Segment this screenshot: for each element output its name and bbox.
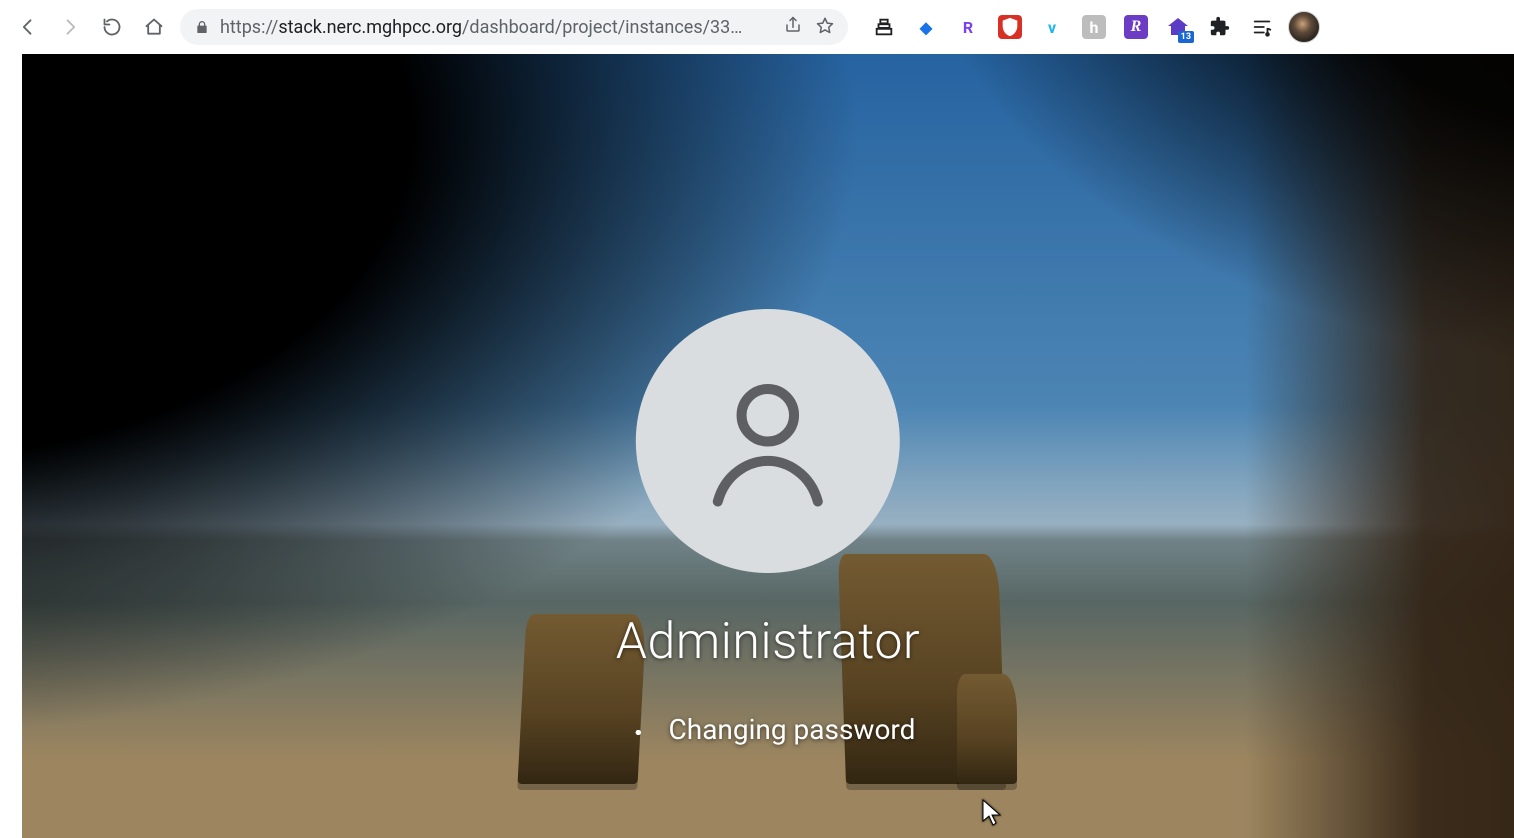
lock-icon — [194, 19, 210, 35]
user-avatar — [636, 309, 900, 573]
home-button[interactable] — [138, 11, 170, 43]
reload-button[interactable] — [96, 11, 128, 43]
forward-button[interactable] — [54, 11, 86, 43]
extension-reading-list-icon[interactable] — [872, 15, 896, 39]
status-text: Changing password — [669, 713, 916, 746]
extension-extensions-icon[interactable] — [1208, 15, 1232, 39]
extension-vimeo-icon[interactable]: v — [1040, 15, 1064, 39]
login-panel: Administrator Changing password — [616, 309, 920, 746]
browser-toolbar: https://stack.nerc.mghpcc.org/dashboard/… — [0, 0, 1514, 54]
bookmark-star-icon[interactable] — [816, 16, 834, 39]
url-text: https://stack.nerc.mghpcc.org/dashboard/… — [220, 17, 742, 38]
extension-media-queue-icon[interactable] — [1250, 15, 1274, 39]
extension-purple-house-icon[interactable]: 13 — [1166, 15, 1190, 39]
page-content: Administrator Changing password — [0, 54, 1514, 838]
extension-honey-icon[interactable]: h — [1082, 15, 1106, 39]
extension-purple-r-icon[interactable]: R — [1124, 15, 1148, 39]
profile-avatar[interactable] — [1288, 11, 1320, 43]
login-status: Changing password — [621, 713, 916, 746]
address-bar[interactable]: https://stack.nerc.mghpcc.org/dashboard/… — [180, 9, 848, 45]
extension-ublock-icon[interactable] — [998, 15, 1022, 39]
extension-blue-diamond-icon[interactable]: ◆ — [914, 15, 938, 39]
username-label: Administrator — [616, 613, 920, 671]
left-gutter — [0, 54, 22, 838]
extension-icons: ◆RvhR13 — [872, 15, 1274, 39]
share-icon[interactable] — [784, 16, 802, 39]
instance-console[interactable]: Administrator Changing password — [22, 54, 1514, 838]
extension-badge: 13 — [1178, 31, 1194, 43]
extension-rakuten-icon[interactable]: R — [956, 15, 980, 39]
back-button[interactable] — [12, 11, 44, 43]
spinner-icon — [621, 715, 651, 745]
user-icon — [693, 364, 843, 518]
